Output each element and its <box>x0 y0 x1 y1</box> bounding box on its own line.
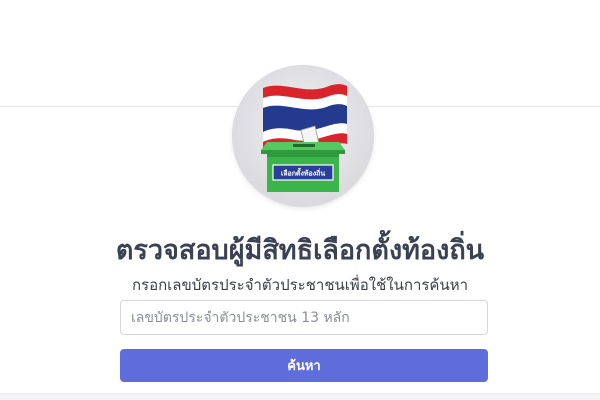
ballot-box-thai-flag-icon: เลือกตั้งท้องถิ่น <box>233 66 373 206</box>
page-subtitle: กรอกเลขบัตรประจำตัวประชาชนเพื่อใช้ในการค… <box>131 276 469 294</box>
ballot-box-icon: เลือกตั้งท้องถิ่น <box>261 142 345 192</box>
logo: เลือกตั้งท้องถิ่น <box>233 66 373 206</box>
search-button[interactable]: ค้นหา <box>120 349 488 382</box>
page: เลือกตั้งท้องถิ่น ตรวจสอบผู้มีสิทธิเลือก… <box>0 0 600 400</box>
bottom-divider <box>0 393 600 400</box>
national-id-input[interactable] <box>120 300 488 335</box>
page-title: ตรวจสอบผู้มีสิทธิเลือกตั้งท้องถิ่น <box>115 235 485 266</box>
